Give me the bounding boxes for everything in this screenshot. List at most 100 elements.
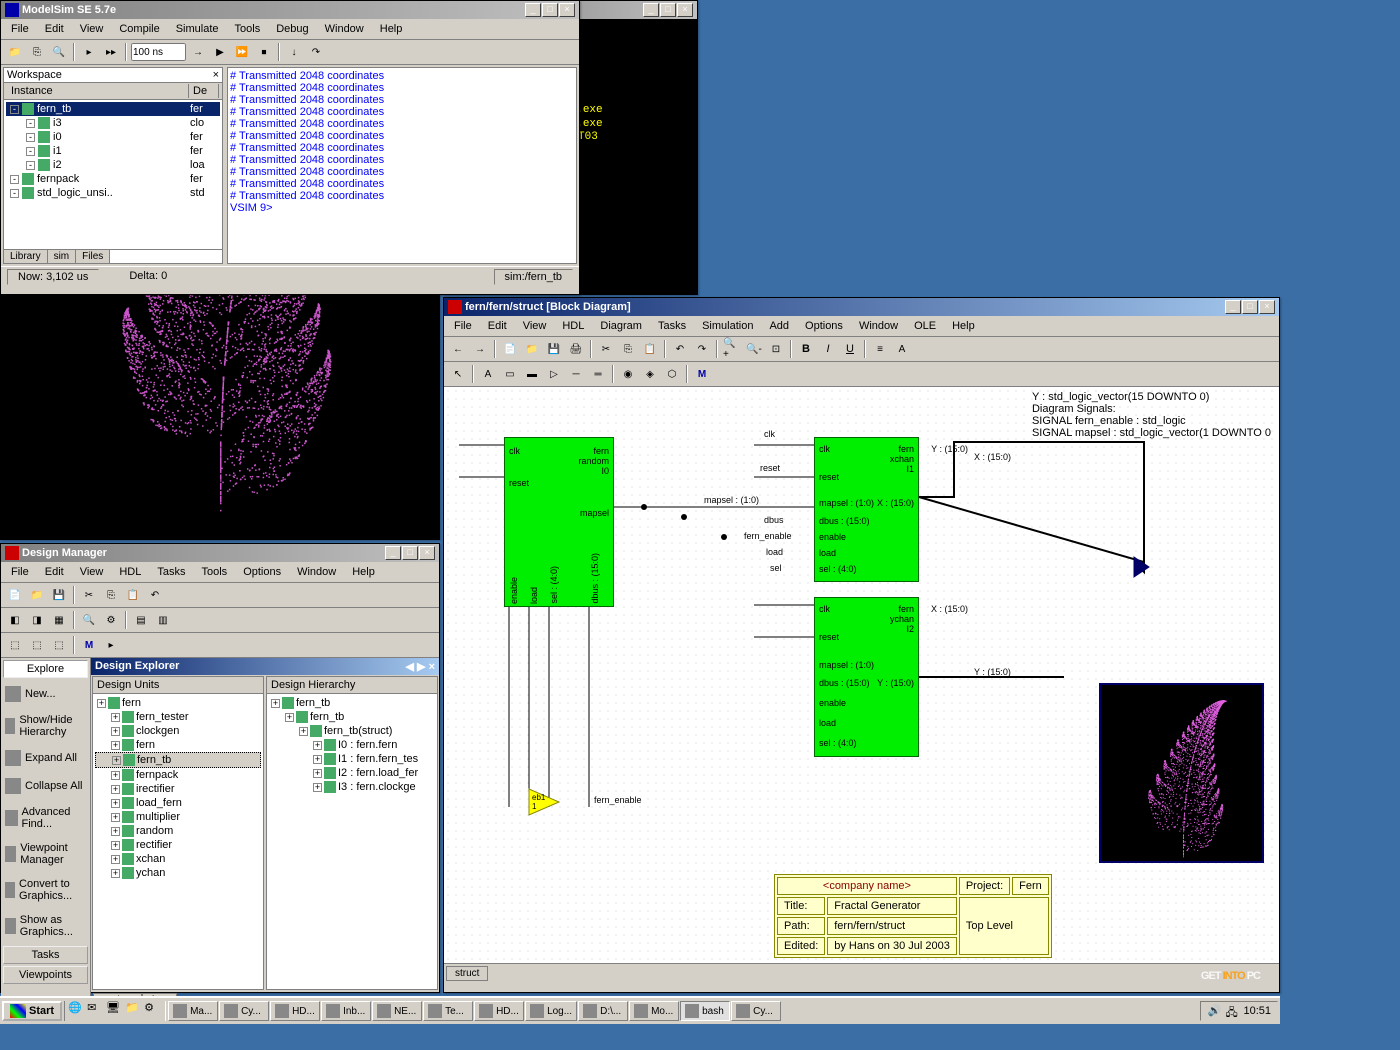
menu-hdl[interactable]: HDL [111, 564, 149, 580]
underline-icon[interactable]: U [840, 339, 860, 359]
compile-icon[interactable]: ▸ [79, 42, 99, 62]
find-icon[interactable]: 🔍 [49, 42, 69, 62]
tree-item[interactable]: +fern [95, 696, 261, 710]
port-icon[interactable]: ▷ [544, 364, 564, 384]
tool-icon[interactable]: ⬚ [27, 635, 47, 655]
taskbar-button[interactable]: Te... [423, 1001, 473, 1021]
step-into-icon[interactable]: ↓ [284, 42, 304, 62]
run-all-icon[interactable]: ⏩ [232, 42, 252, 62]
menu-window[interactable]: Window [317, 21, 372, 37]
tree-item[interactable]: +multiplier [95, 810, 261, 824]
find-icon[interactable]: 🔍 [79, 610, 99, 630]
align-icon[interactable]: ≡ [870, 339, 890, 359]
sidebar-btn[interactable]: Expand All [1, 744, 90, 772]
menu-edit[interactable]: Edit [480, 318, 515, 334]
taskbar-button[interactable]: D:\... [578, 1001, 628, 1021]
menu-view[interactable]: View [72, 21, 112, 37]
cut-icon[interactable]: ✂ [79, 585, 99, 605]
menu-file[interactable]: File [446, 318, 480, 334]
minimize-button[interactable]: _ [525, 3, 541, 17]
instance-col[interactable]: Instance [7, 84, 189, 98]
menu-edit[interactable]: Edit [37, 21, 72, 37]
design-hierarchy-tree[interactable]: +fern_tb+fern_tb+fern_tb(struct)+I0 : fe… [267, 694, 437, 796]
copy-icon[interactable]: ⎘ [101, 585, 121, 605]
design-units-header[interactable]: Design Units [93, 677, 263, 694]
italic-icon[interactable]: I [818, 339, 838, 359]
menu-tasks[interactable]: Tasks [650, 318, 694, 334]
back-icon[interactable]: ← [448, 339, 468, 359]
sidebar-btn[interactable]: New... [1, 680, 90, 708]
tool-icon[interactable]: ◉ [618, 364, 638, 384]
tool-icon[interactable]: ◧ [5, 610, 25, 630]
modelsim-launch-icon[interactable]: M [79, 635, 99, 655]
hdl-titlebar[interactable]: fern/fern/struct [Block Diagram] _ □ × [444, 298, 1279, 316]
tree-item[interactable]: -i0fer [6, 130, 220, 144]
maximize-button[interactable]: □ [660, 3, 676, 17]
tool-icon[interactable]: ⬚ [49, 635, 69, 655]
menu-simulate[interactable]: Simulate [168, 21, 227, 37]
tree-item[interactable]: +fernpack [95, 768, 261, 782]
ql-icon[interactable]: 📁 [125, 1001, 143, 1021]
sidebar-btn[interactable]: Show/Hide Hierarchy [1, 708, 90, 744]
menu-help[interactable]: Help [344, 564, 383, 580]
save-icon[interactable]: 💾 [544, 339, 564, 359]
new-icon[interactable]: 📄 [5, 585, 25, 605]
close-button[interactable]: × [677, 3, 693, 17]
block-diagram-canvas[interactable]: Y : std_logic_vector(15 DOWNTO 0) Diagra… [444, 387, 1279, 963]
zoom-in-icon[interactable]: 🔍+ [722, 339, 742, 359]
print-icon[interactable]: 🖨 [566, 339, 586, 359]
tree-item[interactable]: -std_logic_unsi..std [6, 186, 220, 200]
taskbar-button[interactable]: Cy... [731, 1001, 781, 1021]
menu-view[interactable]: View [72, 564, 112, 580]
block-fern-xchan[interactable]: clk reset mapsel : (1:0) dbus : (15:0) e… [814, 437, 919, 582]
menu-compile[interactable]: Compile [111, 21, 167, 37]
tool-icon[interactable]: ◈ [640, 364, 660, 384]
tree-item[interactable]: +random [95, 824, 261, 838]
open-icon[interactable]: 📁 [27, 585, 47, 605]
undo-icon[interactable]: ↶ [670, 339, 690, 359]
clock[interactable]: 10:51 [1243, 1005, 1271, 1017]
system-tray[interactable]: 🔊 🖧 10:51 [1200, 1001, 1278, 1021]
open-icon[interactable]: 📁 [522, 339, 542, 359]
menu-edit[interactable]: Edit [37, 564, 72, 580]
block-fern-ychan[interactable]: clk reset mapsel : (1:0) dbus : (15:0) e… [814, 597, 919, 757]
block-fern-random[interactable]: clk reset fern random I0 mapsel enable l… [504, 437, 614, 607]
select-icon[interactable]: ↖ [448, 364, 468, 384]
menu-file[interactable]: File [3, 21, 37, 37]
sidebar-btn[interactable]: Show as Graphics... [1, 908, 90, 944]
taskbar-button[interactable]: HD... [474, 1001, 524, 1021]
paste-icon[interactable]: 📋 [123, 585, 143, 605]
maximize-button[interactable]: □ [402, 546, 418, 560]
step-over-icon[interactable]: ↷ [306, 42, 326, 62]
instance-tree[interactable]: -fern_tbfer-i3clo-i0fer-i1fer-i2loa-fern… [4, 100, 222, 249]
ql-icon[interactable]: ✉ [87, 1001, 105, 1021]
tree-item[interactable]: +I2 : fern.load_fer [269, 766, 435, 780]
bus-icon[interactable]: ═ [588, 364, 608, 384]
sidebar-btn[interactable]: Convert to Graphics... [1, 872, 90, 908]
design-hierarchy-header[interactable]: Design Hierarchy [267, 677, 437, 694]
buffer-gate[interactable]: eb1 1 [524, 787, 584, 820]
wire-icon[interactable]: ─ [566, 364, 586, 384]
run-icon[interactable]: ▶ [210, 42, 230, 62]
minimize-button[interactable]: _ [385, 546, 401, 560]
minimize-button[interactable]: _ [1225, 300, 1241, 314]
close-button[interactable]: × [1259, 300, 1275, 314]
menu-tools[interactable]: Tools [194, 564, 236, 580]
sidebar-tab-viewpoints[interactable]: Viewpoints [3, 966, 88, 984]
tree-item[interactable]: +ychan [95, 866, 261, 880]
tool-icon[interactable]: ▦ [49, 610, 69, 630]
tree-item[interactable]: +fern_tester [95, 710, 261, 724]
tree-item[interactable]: +I1 : fern.fern_tes [269, 752, 435, 766]
tree-item[interactable]: +load_fern [95, 796, 261, 810]
tree-item[interactable]: -fernpackfer [6, 172, 220, 186]
menu-file[interactable]: File [3, 564, 37, 580]
forward-icon[interactable]: → [470, 339, 490, 359]
modelsim-titlebar[interactable]: ModelSim SE 5.7e _ □ × [1, 1, 579, 19]
taskbar-button[interactable]: Mo... [629, 1001, 679, 1021]
maximize-button[interactable]: □ [1242, 300, 1258, 314]
save-icon[interactable]: 💾 [49, 585, 69, 605]
transcript-panel[interactable]: # Transmitted 2048 coordinates# Transmit… [227, 67, 577, 264]
tree-item[interactable]: +xchan [95, 852, 261, 866]
close-button[interactable]: × [419, 546, 435, 560]
panel-close-icon[interactable]: × [213, 69, 219, 81]
